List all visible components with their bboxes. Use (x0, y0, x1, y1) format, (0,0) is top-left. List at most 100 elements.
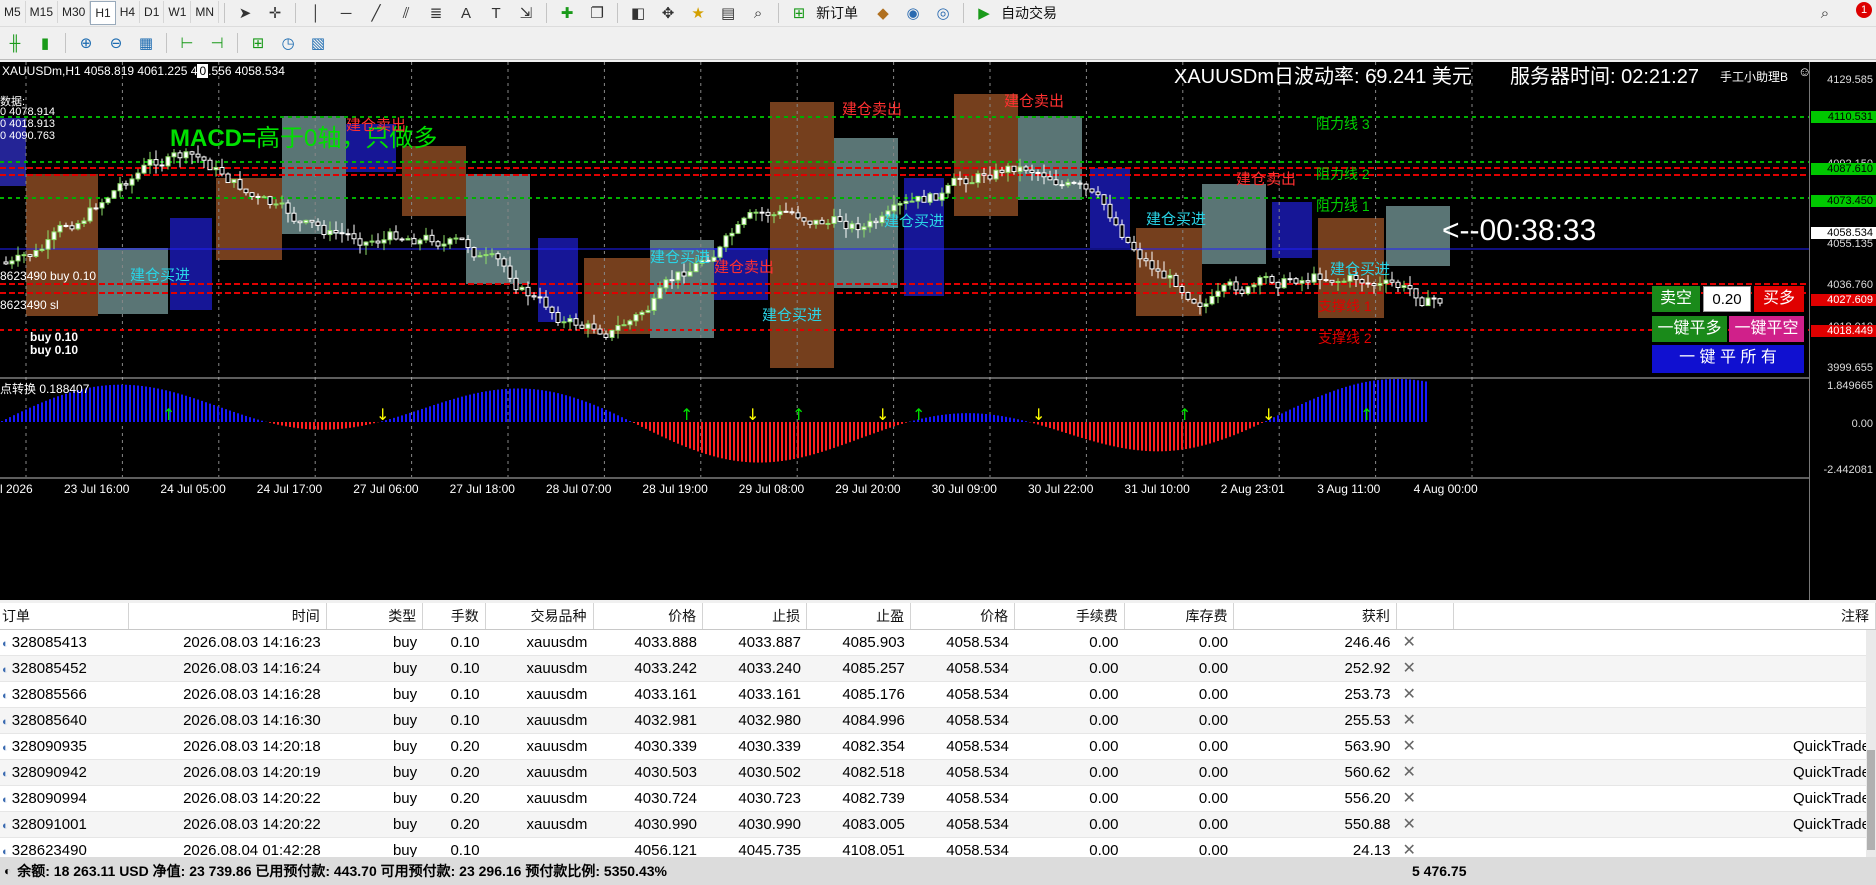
scroll-thumb[interactable] (1867, 750, 1875, 850)
search-icon[interactable]: ⌕ (1813, 2, 1837, 24)
candle-body (519, 286, 525, 291)
column-header[interactable]: 手数 (423, 603, 486, 629)
horizontal-line-icon[interactable]: ─ (334, 2, 358, 24)
cursor-icon[interactable]: ➤ (233, 2, 257, 24)
column-header[interactable]: 注释 (1454, 603, 1876, 629)
auto-trade-icon[interactable]: ▶ (972, 2, 996, 24)
table-scrollbar[interactable] (1866, 630, 1876, 857)
table-row[interactable]: ◐ 328090935 2026.08.03 14:20:18 buy 0.20 xau… (0, 734, 1876, 760)
candle-body (339, 232, 345, 235)
community-icon[interactable]: ◉ (901, 2, 925, 24)
column-header[interactable]: 类型 (327, 603, 424, 629)
candle-body (201, 156, 207, 161)
table-cell: 0.00 (1089, 738, 1119, 755)
close-all-button[interactable]: 一 键 平 所 有 (1652, 345, 1804, 373)
candle-body (81, 220, 87, 224)
periods-icon[interactable]: ◷ (276, 32, 300, 54)
position-icon: ◐ (2, 768, 12, 780)
text-icon[interactable]: A (454, 2, 478, 24)
timeframe-h1[interactable]: H1 (90, 1, 116, 25)
market-watch-icon[interactable]: ◧ (626, 2, 650, 24)
close-longs-button[interactable]: 一键平多 (1652, 316, 1727, 342)
fibonacci-icon[interactable]: ≣ (424, 2, 448, 24)
table-cell: 0.00 (1089, 634, 1119, 651)
new-order-icon[interactable]: ⊞ (787, 2, 811, 24)
column-header[interactable]: 价格 (911, 603, 1016, 629)
channel-icon[interactable]: ⫽ (394, 2, 418, 24)
table-row[interactable]: ◐ 328085566 2026.08.03 14:16:28 buy 0.10 xau… (0, 682, 1876, 708)
order-number: 328085566 (11, 686, 87, 703)
timeframe-m30[interactable]: M30 (58, 1, 91, 23)
tester-icon[interactable]: ⌕ (746, 2, 770, 24)
table-cell: 2026.08.03 14:16:23 (183, 634, 321, 651)
table-cell: 253.73 (1344, 686, 1391, 703)
zoom-in-icon[interactable]: ⊕ (74, 32, 98, 54)
close-position-icon[interactable]: ✕ (1396, 630, 1453, 655)
close-position-icon[interactable]: ✕ (1396, 708, 1453, 733)
timeframe-d1[interactable]: D1 (140, 1, 165, 23)
candle-body (819, 219, 825, 225)
table-row[interactable]: ◐ 328085413 2026.08.03 14:16:23 buy 0.10 xau… (0, 630, 1876, 656)
close-position-icon[interactable]: ✕ (1396, 812, 1453, 837)
candle-body (51, 231, 57, 241)
terminal-icon[interactable]: ▤ (716, 2, 740, 24)
time-label: 4 Aug 00:00 (1413, 482, 1478, 496)
column-header[interactable]: 手续费 (1015, 603, 1125, 629)
chart-shift-icon[interactable]: ⊣ (205, 32, 229, 54)
close-position-icon[interactable]: ✕ (1396, 760, 1453, 785)
table-cell: xauusdm (526, 686, 588, 703)
tile-windows-icon[interactable]: ▦ (134, 32, 158, 54)
column-header[interactable]: 止损 (703, 603, 808, 629)
close-position-icon[interactable]: ✕ (1396, 656, 1453, 681)
table-row[interactable]: ◐ 328085640 2026.08.03 14:16:30 buy 0.10 xau… (0, 708, 1876, 734)
timeframe-h4[interactable]: H4 (116, 1, 141, 23)
candle-body (345, 233, 351, 236)
alert-badge[interactable]: 1 (1856, 2, 1872, 18)
signals-icon[interactable]: ◎ (931, 2, 955, 24)
buy-button[interactable]: 买多 (1754, 286, 1804, 312)
arrows-icon[interactable]: ⇲ (514, 2, 538, 24)
column-header[interactable]: 库存费 (1125, 603, 1235, 629)
column-header[interactable]: 止盈 (807, 603, 912, 629)
zoom-out-icon[interactable]: ⊖ (104, 32, 128, 54)
add-chart-icon[interactable]: ✚ (555, 2, 579, 24)
table-row[interactable]: ◐ 328085452 2026.08.03 14:16:24 buy 0.10 xau… (0, 656, 1876, 682)
navigator-icon[interactable]: ✥ (656, 2, 680, 24)
templates-icon[interactable]: ▧ (306, 32, 330, 54)
timeframe-list: M5 M15 M30 H1 H4 D1 W1 MN (0, 1, 220, 25)
vertical-line-icon[interactable]: │ (304, 2, 328, 24)
column-header[interactable]: 订单 (0, 603, 129, 629)
auto-trade-button[interactable]: 自动交易 (1001, 3, 1057, 23)
text-label-icon[interactable]: T (484, 2, 508, 24)
timeframe-m5[interactable]: M5 (0, 1, 26, 23)
column-header[interactable]: 获利 (1234, 603, 1397, 629)
close-position-icon[interactable]: ✕ (1396, 786, 1453, 811)
close-position-icon[interactable]: ✕ (1396, 682, 1453, 707)
close-position-icon[interactable]: ✕ (1396, 734, 1453, 759)
crosshair-icon[interactable]: ✛ (263, 2, 287, 24)
candlestick-icon[interactable]: ▮ (33, 32, 57, 54)
table-row[interactable]: ◐ 328090994 2026.08.03 14:20:22 buy 0.20 xau… (0, 786, 1876, 812)
indicators-icon[interactable]: ⊞ (246, 32, 270, 54)
windows-icon[interactable]: ❐ (585, 2, 609, 24)
lot-size-input[interactable]: 0.20 (1703, 286, 1751, 312)
bar-chart-icon[interactable]: ╫ (3, 32, 27, 54)
column-header[interactable]: 时间 (129, 603, 327, 629)
candle-body (897, 202, 903, 206)
timeframe-m15[interactable]: M15 (26, 1, 59, 23)
metaeditor-icon[interactable]: ◆ (871, 2, 895, 24)
trendline-icon[interactable]: ╱ (364, 2, 388, 24)
sell-button[interactable]: 卖空 (1652, 286, 1700, 312)
timeframe-w1[interactable]: W1 (164, 1, 192, 23)
close-shorts-button[interactable]: 一键平空 (1729, 316, 1804, 342)
price-chart[interactable]: ↑↓↑↓↑↓↑↓↑↓↑ 4129.5854092.1504055.1354036… (0, 62, 1876, 600)
column-header[interactable]: 交易品种 (486, 603, 594, 629)
column-header[interactable]: 价格 (594, 603, 704, 629)
column-header[interactable] (1397, 603, 1454, 629)
new-order-button[interactable]: 新订单 (816, 3, 858, 23)
table-row[interactable]: ◐ 328091001 2026.08.03 14:20:22 buy 0.20 xau… (0, 812, 1876, 838)
favorites-icon[interactable]: ★ (686, 2, 710, 24)
autoscroll-icon[interactable]: ⊢ (175, 32, 199, 54)
timeframe-mn[interactable]: MN (191, 1, 220, 23)
table-row[interactable]: ◐ 328090942 2026.08.03 14:20:19 buy 0.20 xau… (0, 760, 1876, 786)
